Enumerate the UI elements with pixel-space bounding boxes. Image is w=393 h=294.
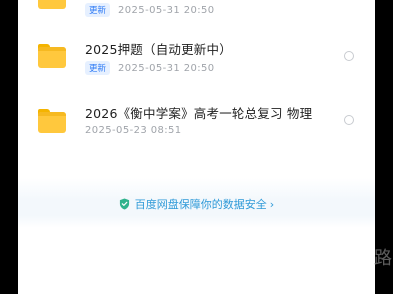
file-date: 2025-05-31 20:50 [118,62,215,74]
file-date: 2025-05-23 08:51 [85,125,182,136]
file-name: 2025押题（自动更新中） [85,42,232,57]
folder-icon [38,44,66,68]
file-list-screen: 更新 2025-05-31 20:50 2025押题（自动更新中） 更新 202… [18,0,375,294]
file-date: 2025-05-31 20:50 [118,4,215,16]
file-row[interactable]: 更新 2025-05-31 20:50 [18,0,375,27]
data-safety-link[interactable]: 百度网盘保障你的数据安全 › [18,196,375,212]
folder-icon [38,109,66,133]
select-radio[interactable] [344,115,354,125]
file-row[interactable]: 2025押题（自动更新中） 更新 2025-05-31 20:50 [18,26,375,88]
safety-text: 百度网盘保障你的数据安全 [134,198,267,211]
update-badge: 更新 [85,61,111,75]
update-badge: 更新 [85,3,111,17]
watermark-text: 路 [374,248,392,269]
folder-icon [38,0,66,9]
chevron-right-icon: › [269,197,275,211]
shield-check-icon [119,198,129,210]
file-name: 2026《衡中学案》高考一轮总复习 物理 [85,106,313,121]
select-radio[interactable] [344,51,354,61]
file-row[interactable]: 2026《衡中学案》高考一轮总复习 物理 2025-05-23 08:51 [18,92,375,154]
